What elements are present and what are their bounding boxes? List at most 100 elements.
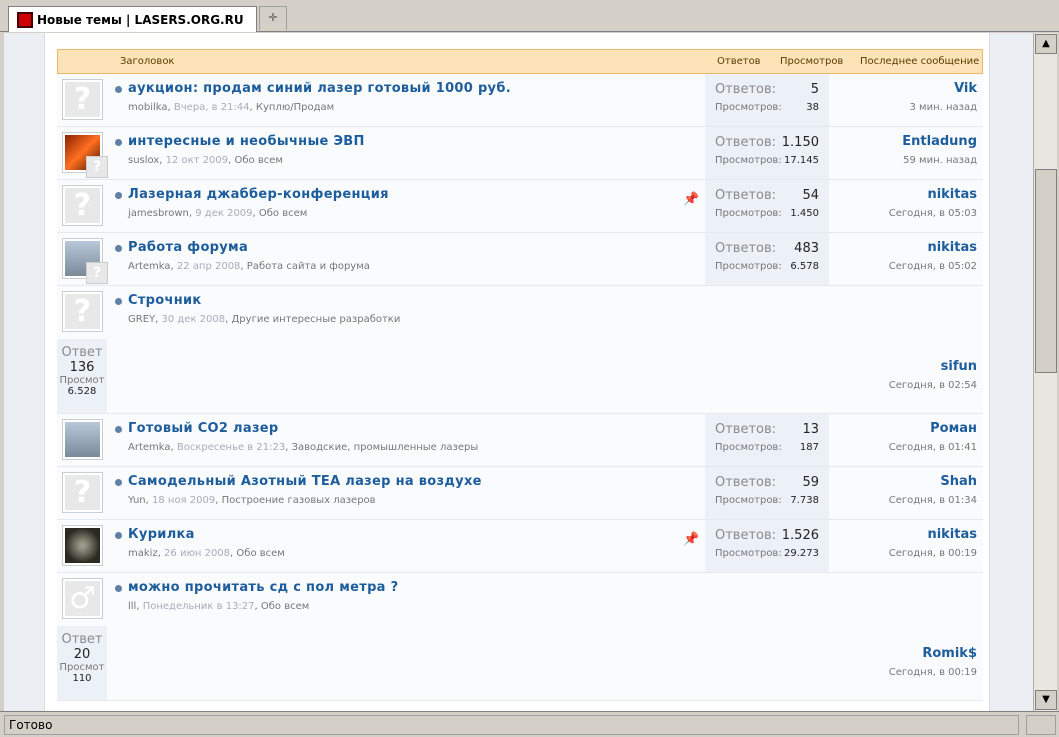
last-post-user-link[interactable]: Shah [889,474,977,489]
table-row: ♂ можно прочитать сд с пол метра ? lll, … [57,573,983,626]
table-row: ? интересные и необычные ЭВП suslox, 12 … [57,127,983,180]
thread-author-link[interactable]: Artemka [128,261,171,272]
thread-author-link[interactable]: mobilka [128,102,168,113]
thread-forum-link[interactable]: Куплю/Продам [256,102,334,113]
pushpin-icon: 📌 [683,192,700,207]
thread-status-icon [115,245,122,252]
thread-date: 26 июн 2008 [164,548,231,559]
thread-title-link[interactable]: Лазерная джаббер-конференция [128,187,389,202]
tab-bar: Новые темы | LASERS.ORG.RU ✛ [0,0,1059,32]
photo-avatar[interactable]: ? [62,238,108,284]
thread-title-link[interactable]: интересные и необычные ЭВП [128,134,365,149]
thread-author-link[interactable]: Yun [128,495,146,506]
site-favicon-icon [17,11,33,28]
thread-title-link[interactable]: Самодельный Азотный TEA лазер на воздухе [128,474,482,489]
replies-count: 136 [69,360,95,375]
header-last-post[interactable]: Последнее сообщение [860,56,979,67]
last-post: Romik$ Сегодня, в 00:19 [889,646,977,678]
placeholder-avatar[interactable]: ? [62,185,103,226]
table-row: Готовый CO2 лазер Artemka, Воскресенье в… [57,414,983,467]
thread-status-icon [115,298,122,305]
thread-author-link[interactable]: makiz [128,548,158,559]
header-views[interactable]: Просмотров [780,56,843,67]
thread-date: 18 ноя 2009 [152,495,216,506]
placeholder-avatar[interactable]: ? [62,79,103,120]
thread-stats: Ответ 136 Просмот 6.528 [57,339,107,413]
last-post-user-link[interactable]: nikitas [889,187,977,202]
views-label: Просмот [59,662,105,673]
thread-stats: Ответов: 54 Просмотров: 1.450 [705,180,829,232]
header-title[interactable]: Заголовок [120,56,174,67]
thread-author-link[interactable]: lll [128,601,136,612]
thread-forum-link[interactable]: Заводские, промышленные лазеры [292,442,479,453]
vertical-scrollbar[interactable]: ▲ ▼ [1033,33,1057,711]
thread-meta: GREY, 30 дек 2008, Другие интересные раз… [128,314,401,325]
last-post-time: Сегодня, в 01:34 [888,495,977,506]
thread-date: Понедельник в 13:27 [142,601,255,612]
thread-title-link[interactable]: Строчник [128,293,202,308]
dark-avatar[interactable] [62,525,103,566]
tab-title: Новые темы | LASERS.ORG.RU [37,12,244,27]
thread-title-link[interactable]: можно прочитать сд с пол метра ? [128,580,398,595]
new-tab-button[interactable]: ✛ [259,6,287,30]
browser-tab[interactable]: Новые темы | LASERS.ORG.RU [8,6,257,32]
replies-label: Ответов: [715,241,777,256]
thread-author-link[interactable]: suslox [128,155,159,166]
thread-stats: Ответов: 59 Просмотров: 7.738 [705,467,829,519]
thread-forum-link[interactable]: Построение газовых лазеров [222,495,376,506]
last-post-user-link[interactable]: Romik$ [889,646,977,661]
replies-label: Ответов: [715,82,777,97]
thread-meta: Yun, 18 ноя 2009, Построение газовых лаз… [128,495,376,506]
thread-stats: Ответов: 483 Просмотров: 6.578 [705,233,829,285]
replies-label: Ответов: [715,422,777,437]
last-post-user-link[interactable]: sifun [889,359,977,374]
thread-author-link[interactable]: GREY [128,314,155,325]
fire-avatar[interactable]: ? [62,132,108,178]
views-count: 6.578 [790,261,819,272]
last-post-user-link[interactable]: Entladung [902,134,977,149]
placeholder-avatar[interactable]: ? [62,472,103,513]
views-label: Просмотров: [715,495,782,506]
thread-stats: Ответ 20 Просмот 110 [57,626,107,700]
header-replies[interactable]: Ответов [717,56,761,67]
thread-forum-link[interactable]: Обо всем [235,155,283,166]
views-count: 17.145 [784,155,819,166]
scroll-down-icon[interactable]: ▼ [1035,690,1057,710]
last-post: nikitas Сегодня, в 05:03 [889,187,977,219]
content-panel: Заголовок Ответов Просмотров Последнее с… [44,33,990,711]
last-post-user-link[interactable]: Vik [909,81,977,96]
thread-forum-link[interactable]: Другие интересные разработки [231,314,400,325]
thread-forum-link[interactable]: Обо всем [261,601,309,612]
last-post-user-link[interactable]: nikitas [889,240,977,255]
last-post-user-link[interactable]: nikitas [889,527,977,542]
views-count: 187 [799,442,819,453]
scroll-up-icon[interactable]: ▲ [1035,34,1057,54]
last-post-user-link[interactable]: Роман [889,421,977,436]
photo-avatar[interactable] [62,419,103,460]
thread-title-link[interactable]: Работа форума [128,240,248,255]
thread-date: 12 окт 2009 [165,155,229,166]
placeholder-avatar[interactable]: ? [62,291,103,332]
views-count: 1.450 [790,208,819,219]
last-post: Entladung 59 мин. назад [902,134,977,166]
scrollbar-thumb[interactable] [1035,169,1057,373]
status-text: Готово [4,715,1019,735]
thread-forum-link[interactable]: Работа сайта и форума [247,261,370,272]
last-post: nikitas Сегодня, в 05:02 [889,240,977,272]
thread-forum-link[interactable]: Обо всем [236,548,284,559]
thread-title-link[interactable]: Курилка [128,527,195,542]
thread-forum-link[interactable]: Обо всем [259,208,307,219]
thread-title-link[interactable]: аукцион: продам синий лазер готовый 1000… [128,81,511,96]
thread-meta: makiz, 26 июн 2008, Обо всем [128,548,285,559]
table-row-continuation: Ответ 20 Просмот 110 Romik$ Сегодня, в 0… [57,626,983,701]
thread-title-link[interactable]: Готовый CO2 лазер [128,421,279,436]
thread-meta: jamesbrown, 9 дек 2009, Обо всем [128,208,308,219]
table-header: Заголовок Ответов Просмотров Последнее с… [57,49,983,74]
male-avatar[interactable]: ♂ [62,578,103,619]
table-row: ? Работа форума Artemka, 22 апр 2008, Ра… [57,233,983,286]
thread-author-link[interactable]: Artemka [128,442,171,453]
thread-date: Вчера, в 21:44 [173,102,250,113]
thread-author-link[interactable]: jamesbrown [128,208,189,219]
resize-grip-icon[interactable] [1026,715,1056,735]
replies-count: 1.150 [781,135,819,150]
